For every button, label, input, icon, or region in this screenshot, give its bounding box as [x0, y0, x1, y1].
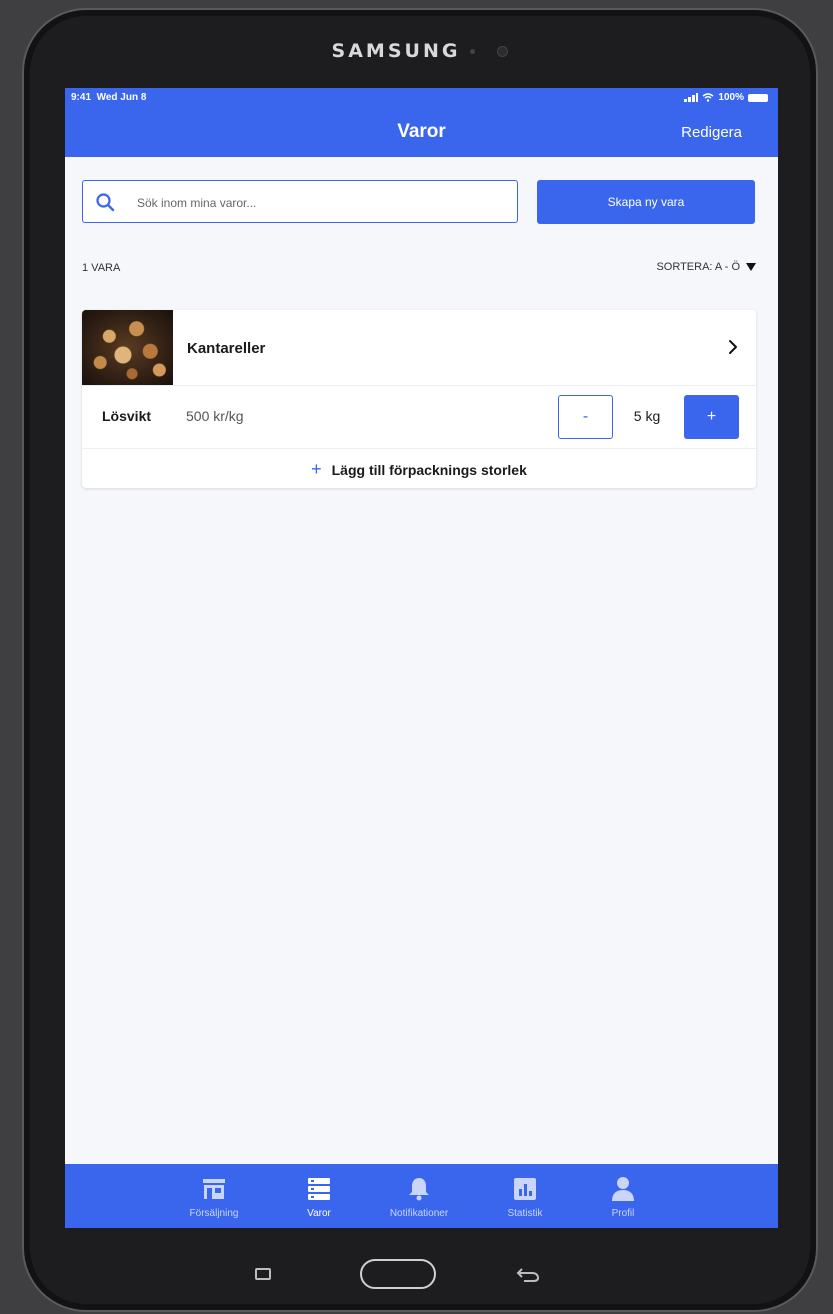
chart-icon	[514, 1178, 536, 1200]
signal-icon	[684, 93, 699, 102]
add-package-size-label: Lägg till förpacknings storlek	[331, 461, 527, 478]
app-screen: 9:41 Wed Jun 8 100% Varor Redigera Skapa…	[65, 88, 778, 1228]
battery-icon	[748, 93, 768, 102]
search-input[interactable]	[135, 189, 509, 217]
device-hardware-buttons	[0, 1255, 833, 1295]
list-icon	[308, 1178, 330, 1200]
status-time: 9:41 Wed Jun 8	[71, 92, 147, 103]
decrease-quantity-button[interactable]: -	[558, 395, 613, 439]
tab-label: Statistik	[507, 1208, 543, 1219]
sort-dropdown[interactable]: SORTERA: A - Ö	[656, 261, 756, 273]
chevron-right-icon	[729, 340, 737, 354]
tab-bar: Försäljning Varor Notifikationer Statist…	[65, 1164, 778, 1228]
nav-bar: Varor Redigera	[65, 108, 778, 157]
search-icon	[96, 193, 115, 212]
increase-quantity-button[interactable]: +	[684, 395, 739, 439]
tab-label: Försäljning	[189, 1208, 239, 1219]
edit-button[interactable]: Redigera	[681, 124, 742, 141]
status-right: 100%	[684, 92, 768, 103]
person-icon	[612, 1177, 634, 1201]
brand-logo: SAMSUNG	[331, 40, 461, 62]
add-package-size-button[interactable]: + Lägg till förpacknings storlek	[82, 449, 756, 488]
battery-percent: 100%	[718, 92, 744, 103]
tab-forsaljning[interactable]: Försäljning	[169, 1176, 259, 1219]
front-camera	[497, 46, 509, 57]
product-row[interactable]: Kantareller	[82, 310, 756, 386]
home-button[interactable]	[360, 1259, 436, 1289]
tab-label: Profil	[611, 1208, 635, 1219]
page-title: Varor	[397, 121, 446, 142]
caret-down-icon	[746, 263, 756, 271]
quantity-row: Lösvikt 500 kr/kg - 5 kg +	[82, 386, 756, 449]
tab-notifikationer[interactable]: Notifikationer	[374, 1176, 464, 1219]
create-product-button[interactable]: Skapa ny vara	[537, 180, 755, 224]
bell-icon	[409, 1178, 429, 1201]
product-count: 1 VARA	[82, 262, 121, 274]
tab-profil[interactable]: Profil	[578, 1176, 668, 1219]
device-brand: SAMSUNG	[24, 40, 816, 62]
search-box[interactable]	[82, 180, 518, 223]
tab-label: Notifikationer	[389, 1208, 449, 1219]
status-bar: 9:41 Wed Jun 8 100%	[65, 88, 778, 108]
product-image	[82, 310, 173, 385]
tab-varor[interactable]: Varor	[274, 1176, 364, 1219]
back-icon[interactable]	[516, 1265, 540, 1283]
tab-label: Varor	[307, 1208, 331, 1219]
unit-type-label: Lösvikt	[102, 408, 152, 424]
sensor-dot	[470, 49, 476, 54]
plus-icon: +	[311, 459, 322, 479]
sort-label: SORTERA: A - Ö	[656, 261, 740, 273]
tab-statistik[interactable]: Statistik	[480, 1176, 570, 1219]
product-price: 500 kr/kg	[186, 408, 244, 424]
store-icon	[203, 1179, 225, 1199]
recent-apps-icon[interactable]	[255, 1268, 271, 1280]
product-name: Kantareller	[187, 340, 266, 357]
wifi-icon	[702, 93, 714, 102]
product-card: Kantareller Lösvikt 500 kr/kg - 5 kg + +…	[82, 310, 756, 488]
quantity-value: 5 kg	[633, 408, 661, 424]
